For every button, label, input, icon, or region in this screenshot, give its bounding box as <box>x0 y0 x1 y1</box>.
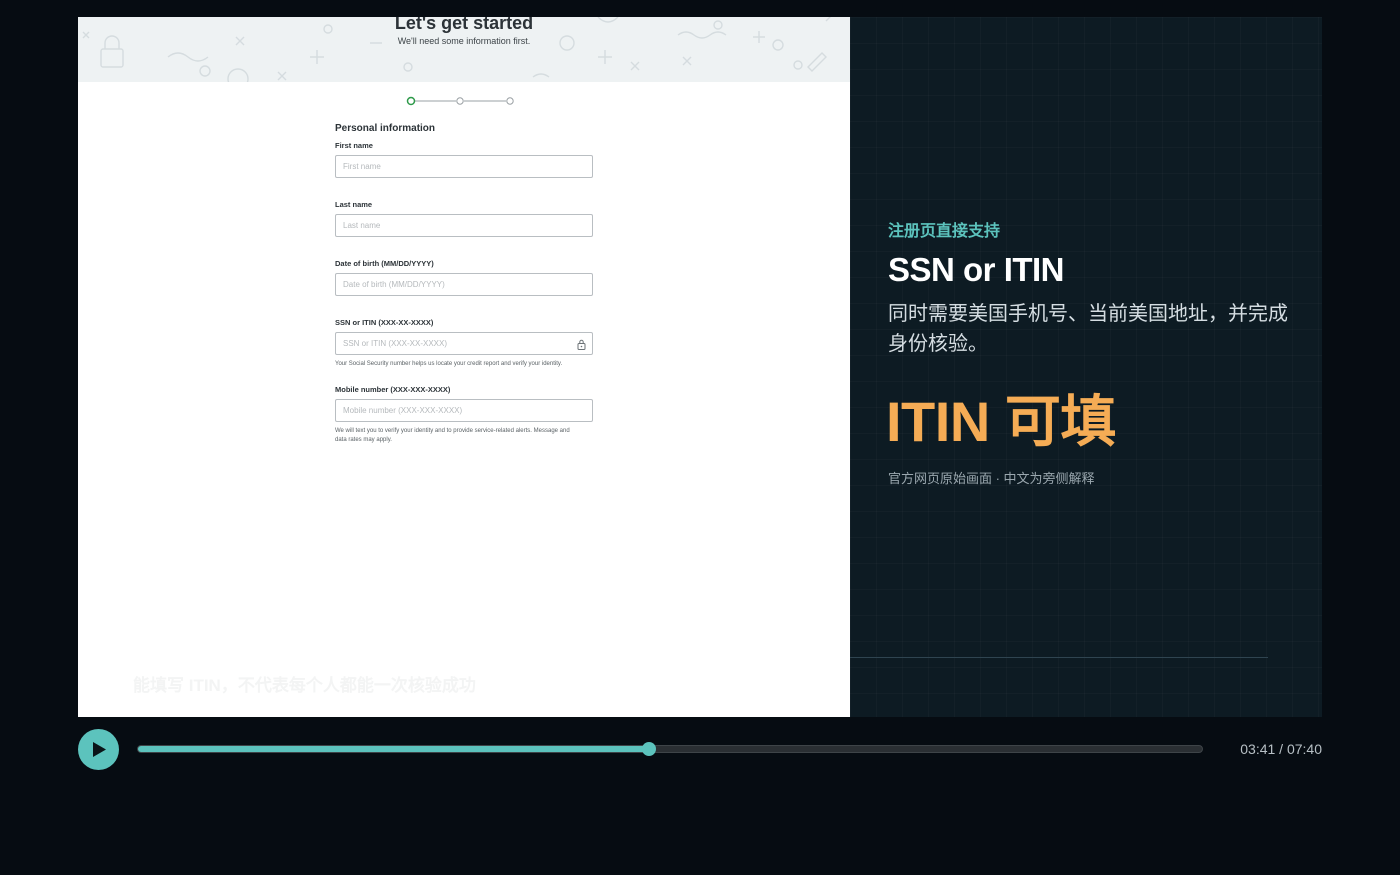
mobile-group: Mobile number (XXX-XXX-XXXX) Mobile numb… <box>335 385 593 445</box>
step-1-active <box>406 96 416 106</box>
mobile-help-text: We will text you to verify your identity… <box>335 428 570 443</box>
panel-emphasis: ITIN 可填 <box>886 390 1116 453</box>
page-subtitle: We'll need some information first. <box>397 36 531 46</box>
first-name-input[interactable]: First name <box>335 155 593 178</box>
time-display: 03:41 / 07:40 <box>1240 741 1322 757</box>
mobile-input[interactable]: Mobile number (XXX-XXX-XXXX) <box>335 399 593 422</box>
page-title: Let's get started <box>394 17 534 33</box>
seek-bar[interactable] <box>137 742 1203 756</box>
last-name-input[interactable]: Last name <box>335 214 593 237</box>
panel-divider <box>850 657 1268 658</box>
panel-description: 同时需要美国手机号、当前美国地址，并完成身份核验。 <box>888 303 1288 355</box>
ssn-help-text: Your Social Security number helps us loc… <box>335 361 563 367</box>
mobile-label: Mobile number (XXX-XXX-XXXX) <box>335 385 451 394</box>
ssn-placeholder: SSN or ITIN (XXX-XX-XXXX) <box>343 339 448 348</box>
dob-input[interactable]: Date of birth (MM/DD/YYYY) <box>335 273 593 296</box>
first-name-group: First name First name <box>335 141 593 178</box>
last-name-group: Last name Last name <box>335 200 593 237</box>
ssn-group: SSN or ITIN (XXX-XX-XXXX) SSN or ITIN (X… <box>335 318 593 369</box>
play-button[interactable] <box>78 729 119 770</box>
progress-stepper <box>406 96 514 106</box>
lock-icon <box>577 339 586 350</box>
seek-progress <box>138 746 650 752</box>
page-header-banner: Let's get started We'll need some inform… <box>78 17 850 82</box>
dob-label: Date of birth (MM/DD/YYYY) <box>335 259 434 268</box>
first-name-label: First name <box>335 141 373 150</box>
panel-kicker: 注册页直接支持 <box>888 223 1001 240</box>
step-2 <box>456 97 464 105</box>
section-title: Personal information <box>335 123 436 134</box>
play-icon <box>93 742 106 757</box>
personal-info-form: Personal information First name First na… <box>335 123 593 467</box>
dob-group: Date of birth (MM/DD/YYYY) Date of birth… <box>335 259 593 296</box>
panel-note: 官方网页原始画面 · 中文为旁侧解释 <box>888 471 1095 486</box>
seek-handle[interactable] <box>642 742 657 756</box>
signup-page-screenshot: Let's get started We'll need some inform… <box>78 17 850 717</box>
panel-headline: SSN or ITIN <box>888 251 1065 288</box>
video-frame: Let's get started We'll need some inform… <box>78 17 1322 717</box>
ssn-label: SSN or ITIN (XXX-XX-XXXX) <box>335 318 434 327</box>
last-name-label: Last name <box>335 200 373 209</box>
explanation-panel: 注册页直接支持 SSN or ITIN 同时需要美国手机号、当前美国地址，并完成… <box>850 17 1322 717</box>
ssn-input[interactable]: SSN or ITIN (XXX-XX-XXXX) <box>335 332 593 355</box>
caption-watermark: 能填写 ITIN，不代表每个人都能一次核验成功 <box>133 676 476 695</box>
step-3 <box>506 97 514 105</box>
